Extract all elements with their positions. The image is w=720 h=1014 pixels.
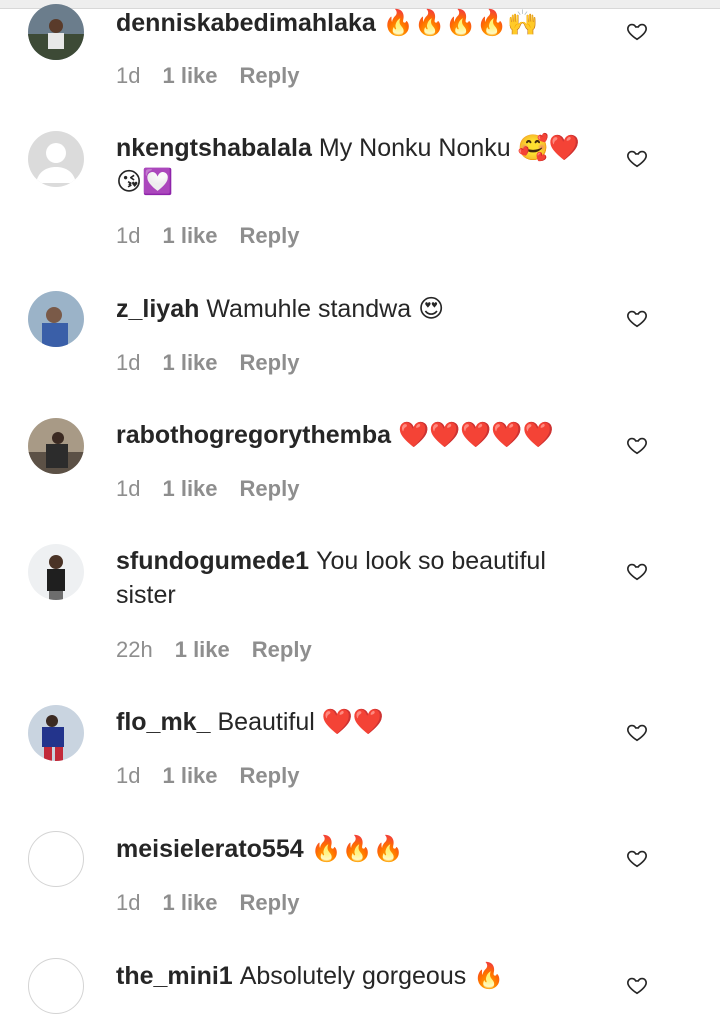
reply-button[interactable]: Reply	[240, 63, 300, 88]
comment-time: 1d	[116, 763, 141, 788]
comment-meta: 1d 1 like Reply	[116, 763, 321, 789]
comment-message: Absolutely gorgeous	[239, 962, 467, 990]
comment-meta: 22h 1 like Reply	[116, 637, 334, 663]
comment-likes[interactable]: 1 like	[162, 476, 217, 501]
comment-meta: 1d 1 like Reply	[116, 350, 321, 376]
comment-emoji: 🔥🔥🔥	[310, 834, 405, 863]
reply-button[interactable]: Reply	[240, 476, 300, 501]
comment-likes[interactable]: 1 like	[162, 350, 217, 375]
comment-text: the_mini1 Absolutely gorgeous 🔥	[116, 959, 606, 993]
comment-text: z_liyah Wamuhle standwa 😍	[116, 292, 606, 326]
avatar[interactable]	[28, 131, 84, 187]
heart-outline-icon[interactable]	[626, 847, 648, 869]
comment-emoji: 🔥🔥🔥🔥🙌	[382, 8, 539, 37]
heart-outline-icon[interactable]	[626, 974, 648, 996]
comment-text: nkengtshabalala My Nonku Nonku 🥰❤️😘💟	[116, 131, 596, 199]
comment-likes[interactable]: 1 like	[162, 890, 217, 915]
avatar[interactable]	[28, 958, 84, 1014]
avatar[interactable]	[28, 291, 84, 347]
comment-message: Wamuhle standwa	[206, 295, 412, 323]
comment-meta: 1d 1 like Reply	[116, 890, 321, 916]
comment-likes[interactable]: 1 like	[162, 223, 217, 248]
comment-likes[interactable]: 1 like	[162, 63, 217, 88]
comment-likes[interactable]: 1 like	[175, 637, 230, 662]
heart-outline-icon[interactable]	[626, 434, 648, 456]
reply-button[interactable]: Reply	[240, 350, 300, 375]
comment-username[interactable]: rabothogregorythemba	[116, 421, 391, 449]
comment-message: Beautiful	[217, 708, 315, 736]
reply-button[interactable]: Reply	[240, 890, 300, 915]
comment-text: rabothogregorythemba ❤️❤️❤️❤️❤️	[116, 418, 606, 452]
comment-text: flo_mk_ Beautiful ❤️❤️	[116, 705, 606, 739]
comment-emoji: 🔥	[473, 961, 505, 990]
reply-button[interactable]: Reply	[240, 223, 300, 248]
comment-username[interactable]: meisielerato554	[116, 835, 304, 863]
comment-time: 1d	[116, 350, 141, 375]
comment-emoji: ❤️❤️	[321, 707, 384, 736]
comment-username[interactable]: denniskabedimahlaka	[116, 9, 376, 37]
comment-time: 1d	[116, 890, 141, 915]
heart-outline-icon[interactable]	[626, 20, 648, 42]
comment-time: 22h	[116, 637, 153, 662]
comment-time: 1d	[116, 476, 141, 501]
reply-button[interactable]: Reply	[240, 763, 300, 788]
reply-button[interactable]: Reply	[252, 637, 312, 662]
comments-list: denniskabedimahlaka 🔥🔥🔥🔥🙌 1d 1 like Reply n…	[0, 0, 720, 1014]
comment-time: 1d	[116, 63, 141, 88]
comment-text: sfundogumede1 You look so beautiful siste…	[116, 544, 596, 612]
comment-username[interactable]: sfundogumede1	[116, 547, 309, 575]
comment-meta: 1d 1 like Reply	[116, 63, 321, 89]
avatar[interactable]	[28, 418, 84, 474]
comment-emoji: 😍	[418, 294, 445, 323]
avatar[interactable]	[28, 4, 84, 60]
heart-outline-icon[interactable]	[626, 307, 648, 329]
avatar[interactable]	[28, 831, 84, 887]
heart-outline-icon[interactable]	[626, 721, 648, 743]
comment-meta: 1d 1 like Reply	[116, 223, 321, 249]
comment-username[interactable]: flo_mk_	[116, 708, 210, 736]
comment-text: denniskabedimahlaka 🔥🔥🔥🔥🙌	[116, 6, 606, 40]
comment-emoji: ❤️❤️❤️❤️❤️	[398, 420, 554, 449]
comment-likes[interactable]: 1 like	[162, 763, 217, 788]
comment-message: My Nonku Nonku	[318, 134, 511, 162]
comment-username[interactable]: the_mini1	[116, 962, 233, 990]
comment-username[interactable]: z_liyah	[116, 295, 199, 323]
comment-meta: 1d 1 like Reply	[116, 476, 321, 502]
comment-username[interactable]: nkengtshabalala	[116, 134, 312, 162]
avatar[interactable]	[28, 705, 84, 761]
comment-time: 1d	[116, 223, 141, 248]
heart-outline-icon[interactable]	[626, 560, 648, 582]
avatar[interactable]	[28, 544, 84, 600]
heart-outline-icon[interactable]	[626, 147, 648, 169]
comment-text: meisielerato554 🔥🔥🔥	[116, 832, 606, 866]
